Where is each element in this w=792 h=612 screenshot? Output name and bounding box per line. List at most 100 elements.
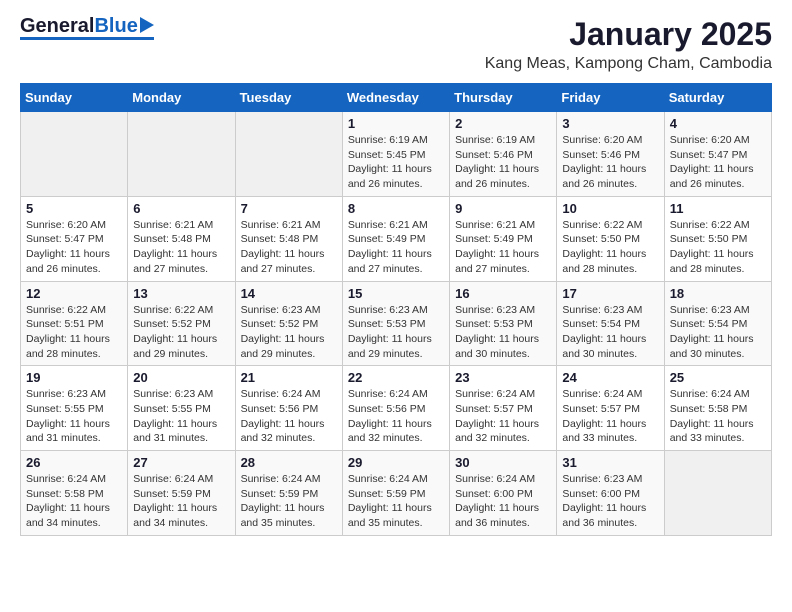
day-number: 23: [455, 370, 551, 385]
calendar-cell: 22Sunrise: 6:24 AM Sunset: 5:56 PM Dayli…: [342, 366, 449, 451]
calendar-cell: 14 Sunrise: 6:23 AM Sunset: 5:52 PM Dayli…: [235, 281, 342, 366]
logo-underline: [20, 37, 154, 40]
day-info: Sunrise: 6:20 AM Sunset: 5:47 PM Dayligh…: [670, 133, 766, 192]
day-info: Sunrise: 6:24 AM Sunset: 5:57 PM Dayligh…: [562, 387, 658, 446]
calendar-cell: 7 Sunrise: 6:21 AM Sunset: 5:48 PM Daylig…: [235, 196, 342, 281]
calendar-cell: 6 Sunrise: 6:21 AM Sunset: 5:48 PM Daylig…: [128, 196, 235, 281]
day-number: 14: [241, 286, 337, 301]
calendar-week-3: 12 Sunrise: 6:22 AM Sunset: 5:51 PM Dayli…: [21, 281, 772, 366]
day-info: Sunrise: 6:23 AM Sunset: 5:52 PM Dayligh…: [241, 303, 337, 362]
day-info: Sunrise: 6:20 AM Sunset: 5:47 PM Dayligh…: [26, 218, 122, 277]
day-number: 26: [26, 455, 122, 470]
calendar-cell: 16Sunrise: 6:23 AM Sunset: 5:53 PM Dayli…: [450, 281, 557, 366]
day-info: Sunrise: 6:24 AM Sunset: 5:59 PM Dayligh…: [133, 472, 229, 531]
calendar-cell: 24 Sunrise: 6:24 AM Sunset: 5:57 PM Dayli…: [557, 366, 664, 451]
day-info: Sunrise: 6:23 AM Sunset: 6:00 PM Dayligh…: [562, 472, 658, 531]
day-number: 8: [348, 201, 444, 216]
day-info: Sunrise: 6:23 AM Sunset: 5:55 PM Dayligh…: [133, 387, 229, 446]
day-info: Sunrise: 6:21 AM Sunset: 5:49 PM Dayligh…: [455, 218, 551, 277]
day-info: Sunrise: 6:22 AM Sunset: 5:50 PM Dayligh…: [562, 218, 658, 277]
day-info: Sunrise: 6:19 AM Sunset: 5:46 PM Dayligh…: [455, 133, 551, 192]
location-title: Kang Meas, Kampong Cham, Cambodia: [485, 55, 772, 73]
day-number: 6: [133, 201, 229, 216]
day-number: 20: [133, 370, 229, 385]
calendar-cell: 30Sunrise: 6:24 AM Sunset: 6:00 PM Dayli…: [450, 451, 557, 536]
header-friday: Friday: [557, 84, 664, 112]
header-monday: Monday: [128, 84, 235, 112]
calendar-cell: 11Sunrise: 6:22 AM Sunset: 5:50 PM Dayli…: [664, 196, 771, 281]
day-info: Sunrise: 6:22 AM Sunset: 5:51 PM Dayligh…: [26, 303, 122, 362]
day-info: Sunrise: 6:24 AM Sunset: 5:57 PM Dayligh…: [455, 387, 551, 446]
calendar-week-1: 1 Sunrise: 6:19 AM Sunset: 5:45 PM Daylig…: [21, 112, 772, 197]
day-info: Sunrise: 6:24 AM Sunset: 5:56 PM Dayligh…: [241, 387, 337, 446]
calendar-cell: [664, 451, 771, 536]
day-number: 25: [670, 370, 766, 385]
calendar-cell: 31 Sunrise: 6:23 AM Sunset: 6:00 PM Dayli…: [557, 451, 664, 536]
calendar-cell: 21 Sunrise: 6:24 AM Sunset: 5:56 PM Dayli…: [235, 366, 342, 451]
day-number: 2: [455, 116, 551, 131]
header-tuesday: Tuesday: [235, 84, 342, 112]
day-number: 21: [241, 370, 337, 385]
calendar-cell: [235, 112, 342, 197]
day-info: Sunrise: 6:24 AM Sunset: 5:59 PM Dayligh…: [241, 472, 337, 531]
header-saturday: Saturday: [664, 84, 771, 112]
calendar-cell: 8Sunrise: 6:21 AM Sunset: 5:49 PM Daylig…: [342, 196, 449, 281]
calendar-cell: 10 Sunrise: 6:22 AM Sunset: 5:50 PM Dayli…: [557, 196, 664, 281]
day-number: 1: [348, 116, 444, 131]
calendar-cell: 18 Sunrise: 6:23 AM Sunset: 5:54 PM Dayli…: [664, 281, 771, 366]
logo: GeneralBlue: [20, 16, 154, 40]
day-info: Sunrise: 6:24 AM Sunset: 5:58 PM Dayligh…: [670, 387, 766, 446]
header-sunday: Sunday: [21, 84, 128, 112]
day-info: Sunrise: 6:20 AM Sunset: 5:46 PM Dayligh…: [562, 133, 658, 192]
calendar-cell: 12 Sunrise: 6:22 AM Sunset: 5:51 PM Dayli…: [21, 281, 128, 366]
header-thursday: Thursday: [450, 84, 557, 112]
day-number: 28: [241, 455, 337, 470]
day-info: Sunrise: 6:21 AM Sunset: 5:48 PM Dayligh…: [133, 218, 229, 277]
page-header: GeneralBlue January 2025 Kang Meas, Kamp…: [20, 16, 772, 73]
day-number: 3: [562, 116, 658, 131]
calendar-cell: 1 Sunrise: 6:19 AM Sunset: 5:45 PM Daylig…: [342, 112, 449, 197]
day-number: 17: [562, 286, 658, 301]
day-info: Sunrise: 6:24 AM Sunset: 5:58 PM Dayligh…: [26, 472, 122, 531]
calendar-cell: 9 Sunrise: 6:21 AM Sunset: 5:49 PM Daylig…: [450, 196, 557, 281]
calendar-cell: 20 Sunrise: 6:23 AM Sunset: 5:55 PM Dayli…: [128, 366, 235, 451]
day-info: Sunrise: 6:21 AM Sunset: 5:48 PM Dayligh…: [241, 218, 337, 277]
day-number: 16: [455, 286, 551, 301]
day-number: 10: [562, 201, 658, 216]
calendar-cell: 5 Sunrise: 6:20 AM Sunset: 5:47 PM Daylig…: [21, 196, 128, 281]
day-number: 31: [562, 455, 658, 470]
day-number: 4: [670, 116, 766, 131]
calendar-week-4: 19 Sunrise: 6:23 AM Sunset: 5:55 PM Dayli…: [21, 366, 772, 451]
calendar-week-2: 5 Sunrise: 6:20 AM Sunset: 5:47 PM Daylig…: [21, 196, 772, 281]
calendar-cell: 17 Sunrise: 6:23 AM Sunset: 5:54 PM Dayli…: [557, 281, 664, 366]
calendar-cell: 29 Sunrise: 6:24 AM Sunset: 5:59 PM Dayli…: [342, 451, 449, 536]
day-info: Sunrise: 6:23 AM Sunset: 5:54 PM Dayligh…: [562, 303, 658, 362]
day-info: Sunrise: 6:23 AM Sunset: 5:54 PM Dayligh…: [670, 303, 766, 362]
calendar-cell: [21, 112, 128, 197]
month-title: January 2025: [485, 16, 772, 53]
calendar-cell: [128, 112, 235, 197]
logo-general-text: GeneralBlue: [20, 16, 154, 36]
calendar-cell: 2 Sunrise: 6:19 AM Sunset: 5:46 PM Daylig…: [450, 112, 557, 197]
calendar-header-row: SundayMondayTuesdayWednesdayThursdayFrid…: [21, 84, 772, 112]
day-number: 15: [348, 286, 444, 301]
day-number: 29: [348, 455, 444, 470]
header-wednesday: Wednesday: [342, 84, 449, 112]
day-info: Sunrise: 6:24 AM Sunset: 6:00 PM Dayligh…: [455, 472, 551, 531]
calendar-table: SundayMondayTuesdayWednesdayThursdayFrid…: [20, 83, 772, 536]
day-number: 12: [26, 286, 122, 301]
day-info: Sunrise: 6:24 AM Sunset: 5:59 PM Dayligh…: [348, 472, 444, 531]
calendar-cell: 28 Sunrise: 6:24 AM Sunset: 5:59 PM Dayli…: [235, 451, 342, 536]
day-number: 9: [455, 201, 551, 216]
day-number: 7: [241, 201, 337, 216]
day-number: 18: [670, 286, 766, 301]
day-number: 24: [562, 370, 658, 385]
calendar-cell: 19Sunrise: 6:23 AM Sunset: 5:55 PM Dayli…: [21, 366, 128, 451]
calendar-cell: 13Sunrise: 6:22 AM Sunset: 5:52 PM Dayli…: [128, 281, 235, 366]
calendar-week-5: 26 Sunrise: 6:24 AM Sunset: 5:58 PM Dayli…: [21, 451, 772, 536]
calendar-cell: 25 Sunrise: 6:24 AM Sunset: 5:58 PM Dayli…: [664, 366, 771, 451]
day-number: 19: [26, 370, 122, 385]
day-number: 22: [348, 370, 444, 385]
day-number: 5: [26, 201, 122, 216]
day-info: Sunrise: 6:19 AM Sunset: 5:45 PM Dayligh…: [348, 133, 444, 192]
